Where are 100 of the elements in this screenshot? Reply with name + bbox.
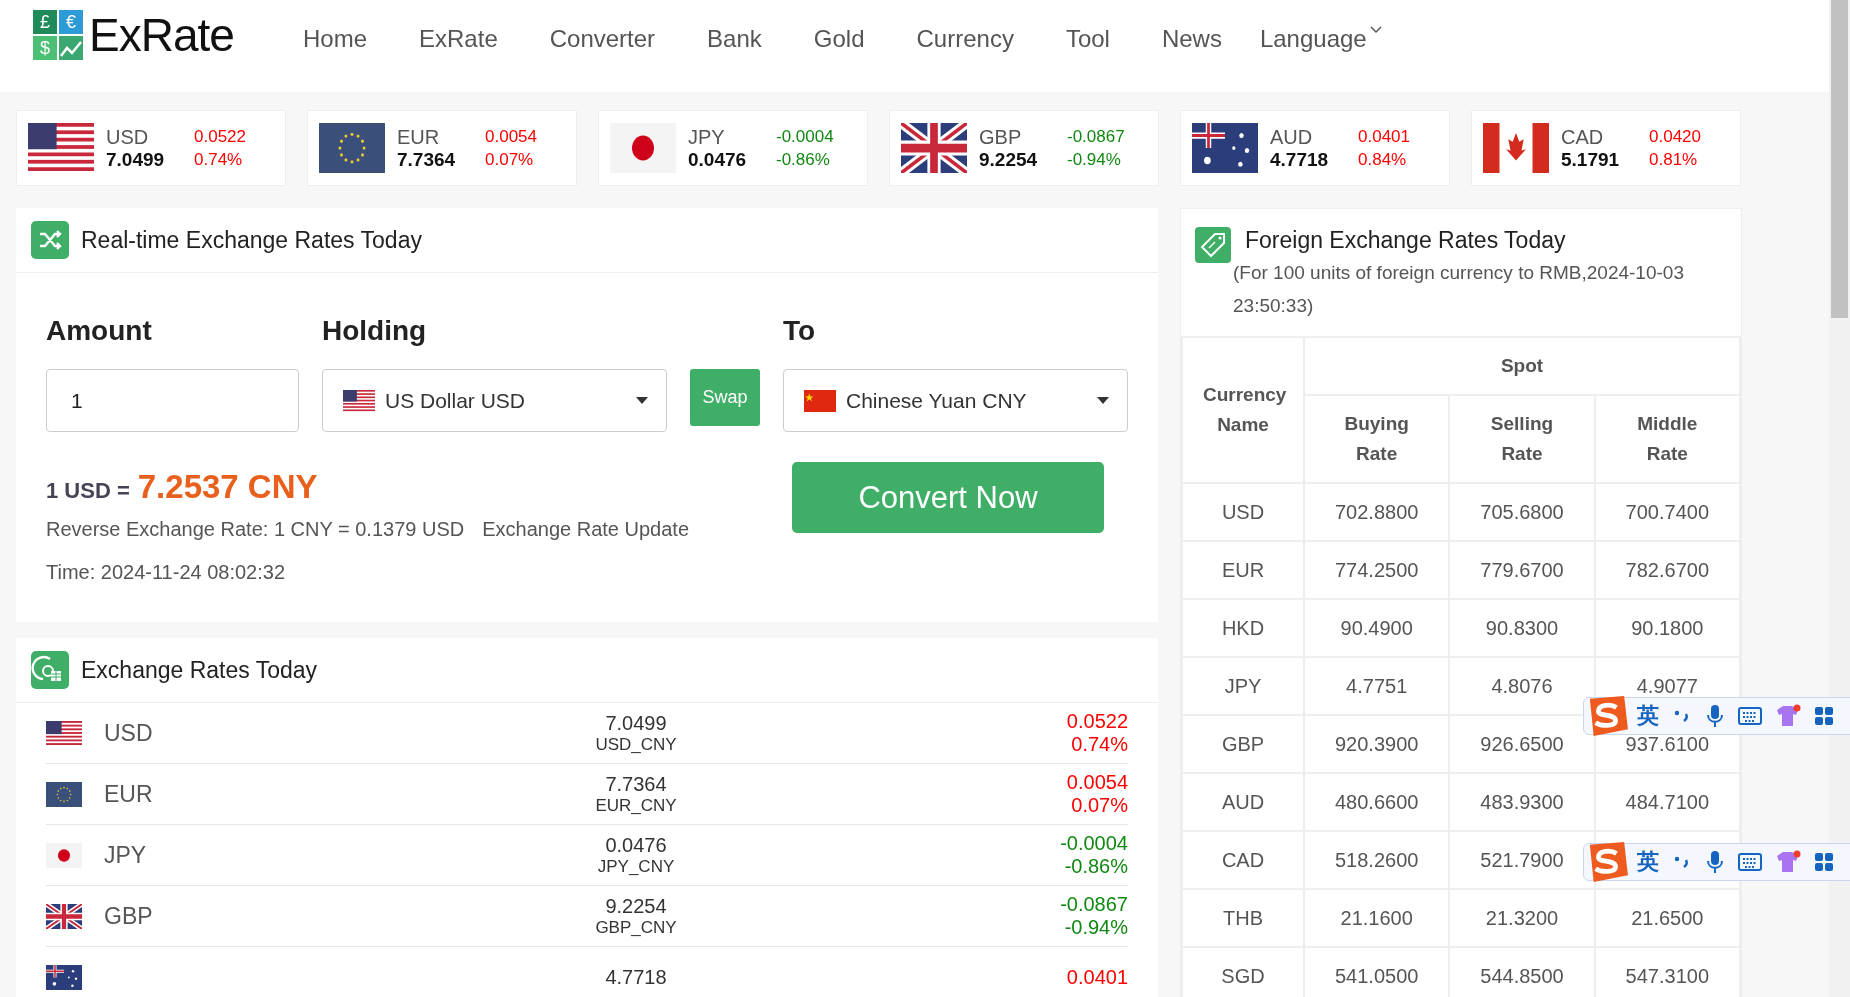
table-cell: SGD (1182, 947, 1304, 997)
scrollbar-thumb[interactable] (1831, 0, 1848, 318)
dropdown-caret-icon (636, 396, 648, 405)
nav-link[interactable]: Gold (813, 19, 865, 59)
change-value: 0.0522 (1066, 710, 1128, 733)
reverse-rate-text: Reverse Exchange Rate: 1 CNY = 0.1379 USD (46, 518, 465, 541)
nav-link[interactable]: ExRate (419, 19, 498, 59)
ticker-card[interactable]: CAD 5.1791 0.0420 0.81% (1471, 110, 1741, 186)
field-label: Amount (46, 315, 153, 347)
currency-code: EUR (104, 780, 153, 808)
change-percent: 0.74% (194, 149, 244, 170)
update-label: Exchange Rate Update (482, 518, 689, 541)
flag-icon (28, 123, 94, 173)
apps-grid-icon[interactable] (1814, 706, 1834, 726)
flag-icon (46, 781, 82, 807)
ticker-card[interactable]: EUR 7.7364 0.0054 0.07% (307, 110, 577, 186)
change-value: -0.0004 (1060, 832, 1128, 855)
currency-pair: USD_CNY (595, 734, 677, 755)
microphone-icon[interactable] (1705, 850, 1725, 874)
rate-value: 0.0476 (688, 148, 748, 171)
panel-subtitle: (For 100 units of foreign currency to RMB,2024-10-03 23:50:33) (1233, 261, 1685, 318)
nav-link[interactable]: Converter (549, 19, 656, 59)
table-cell: 705.6800 (1449, 483, 1595, 541)
currency-code: GBP (979, 125, 1023, 149)
rate-value: 5.1791 (1561, 148, 1621, 171)
apps-grid-icon[interactable] (1814, 852, 1834, 872)
change-percent: -0.94% (1064, 916, 1128, 939)
currency-pair: GBP_CNY (595, 917, 677, 938)
currency-code: USD (106, 125, 150, 149)
rate-value: 7.0499 (605, 711, 667, 735)
ticker-card[interactable]: AUD 4.7718 0.0401 0.84% (1180, 110, 1450, 186)
table-cell: 4.7751 (1304, 657, 1450, 715)
flag-icon (901, 123, 967, 173)
currency-code: EUR (397, 125, 441, 149)
table-cell: 480.6600 (1304, 773, 1450, 831)
change-percent: 0.81% (1649, 149, 1699, 170)
coins-icon (31, 651, 69, 689)
ticker-card[interactable]: USD 7.0499 0.0522 0.74% (16, 110, 286, 186)
nav-link[interactable]: Currency (916, 19, 1014, 59)
rate-value: 7.0499 (106, 148, 166, 171)
rate-value: 7.7364 (397, 148, 457, 171)
change-value: 0.0522 (194, 126, 246, 147)
flag-icon (804, 389, 836, 412)
rate-value: 4.7718 (605, 965, 667, 989)
scrollbar[interactable] (1829, 0, 1850, 997)
keyboard-icon[interactable] (1738, 707, 1762, 725)
table-cell: 21.3200 (1449, 889, 1595, 947)
change-value: 0.0420 (1649, 126, 1701, 147)
rate-value: 7.7364 (605, 772, 667, 796)
change-percent: -0.86% (776, 149, 831, 170)
table-cell: 774.2500 (1304, 541, 1450, 599)
chevron-down-icon (1368, 25, 1383, 35)
logo-text[interactable]: ExRate (89, 8, 234, 62)
table-cell: 700.7400 (1594, 483, 1740, 541)
currency-pair: EUR_CNY (595, 795, 677, 816)
field-label: Holding (322, 315, 428, 347)
flag-icon (319, 123, 385, 173)
ime-toolbar[interactable]: 英 (1583, 697, 1850, 735)
change-value: -0.0004 (776, 126, 834, 147)
table-cell: CAD (1182, 831, 1304, 889)
currency-code: USD (104, 719, 153, 747)
nav-link[interactable]: Home (303, 19, 368, 59)
currency-code: GBP (104, 902, 153, 930)
amount-field[interactable]: 1 (46, 369, 299, 432)
currency-code: AUD (1270, 125, 1314, 149)
change-percent: -0.86% (1064, 855, 1128, 878)
rate-value: 9.2254 (979, 148, 1039, 171)
keyboard-icon[interactable] (1738, 853, 1762, 871)
ticker-card[interactable]: JPY 0.0476 -0.0004 -0.86% (598, 110, 868, 186)
flag-icon (46, 842, 82, 868)
shirt-icon[interactable] (1775, 850, 1801, 874)
nav-link[interactable]: Bank (707, 19, 762, 59)
result-value: 7.2537 CNY (137, 468, 318, 506)
table-cell: 702.8800 (1304, 483, 1450, 541)
shirt-icon[interactable] (1775, 704, 1801, 728)
currency-select[interactable]: US Dollar USD (322, 369, 667, 432)
nav-link[interactable]: News (1161, 19, 1222, 59)
rate-value: 9.2254 (605, 894, 667, 918)
ticker-card[interactable]: GBP 9.2254 -0.0867 -0.94% (889, 110, 1159, 186)
currency-code: JPY (104, 841, 147, 869)
ime-toolbar[interactable]: 英 (1583, 843, 1850, 881)
rate-value: 0.0476 (605, 833, 667, 857)
currency-code: JPY (688, 125, 726, 149)
table-cell: 90.8300 (1449, 599, 1595, 657)
nav-link[interactable]: Tool (1065, 19, 1110, 59)
flag-icon (46, 903, 82, 929)
table-cell: 484.7100 (1594, 773, 1740, 831)
table-cell: EUR (1182, 541, 1304, 599)
microphone-icon[interactable] (1705, 704, 1725, 728)
language-menu[interactable]: Language (1259, 19, 1383, 59)
change-percent: 0.07% (1071, 794, 1128, 817)
currency-pair: JPY_CNY (597, 856, 675, 877)
update-time: Time: 2024-11-24 08:02:32 (46, 561, 287, 584)
change-percent: 0.07% (485, 149, 535, 170)
table-cell: JPY (1182, 657, 1304, 715)
input-mode-label[interactable]: 英 (1637, 847, 1659, 877)
price-tag-icon (1195, 227, 1231, 263)
currency-select[interactable]: Chinese Yuan CNY (783, 369, 1128, 432)
column-header: Buying Rate (1343, 412, 1410, 466)
flag-icon (610, 123, 676, 173)
